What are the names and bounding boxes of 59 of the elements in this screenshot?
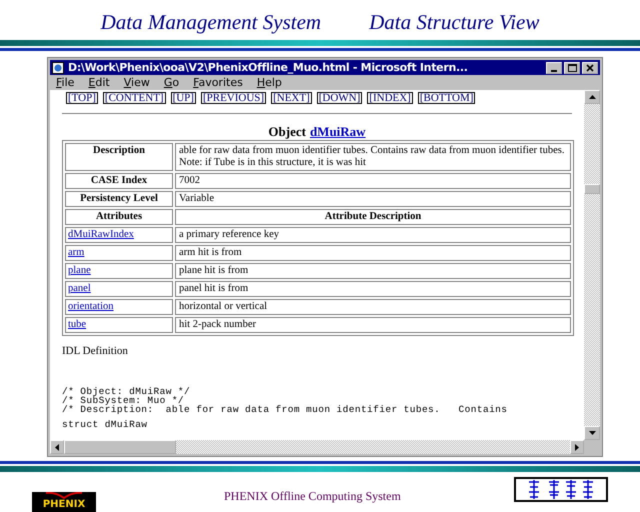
maximize-icon	[568, 64, 576, 72]
scroll-thumb[interactable]	[584, 184, 600, 194]
code-text: /* Object: dMuiRaw */ /* SubSystem: Muo */ /* Description: able for raw data from muon identifier tubes. Contains	[62, 387, 508, 414]
window-title: D:\Work\Phenix\ooa\V2\PhenixOffline_Muo.html - Microsoft Intern...	[68, 61, 469, 74]
nav-link[interactable]: [PREVIOUS]	[200, 92, 266, 104]
nav-link[interactable]: [UP]	[170, 92, 196, 104]
right-arrow-icon[interactable]	[575, 444, 579, 450]
table-cell: arm hit is from	[175, 245, 571, 261]
nav-link[interactable]: [CONTENT]	[102, 92, 166, 104]
attribute-link[interactable]: plane	[68, 265, 91, 276]
minimize-icon	[551, 70, 557, 72]
menu-item[interactable]: Favorites	[193, 76, 243, 89]
menu-item[interactable]: View	[124, 76, 150, 89]
attribute-link[interactable]: panel	[68, 283, 91, 294]
nav-link[interactable]: [INDEX]	[367, 92, 413, 104]
object-link[interactable]: dMuiRaw	[310, 124, 366, 139]
logo-text: PHENIX	[42, 499, 86, 510]
table-cell: panel hit is from	[175, 281, 571, 297]
row-header: CASE Index	[65, 173, 173, 189]
horizontal-scrollbar[interactable]	[50, 440, 600, 454]
menu-item[interactable]: File	[56, 76, 74, 89]
vertical-scrollbar[interactable]	[584, 90, 600, 440]
nav-link[interactable]: [BOTTOM]	[418, 92, 476, 104]
section-title: Data Structure View	[369, 10, 540, 36]
menu-item[interactable]: Edit	[88, 76, 110, 89]
nav-link[interactable]: [TOP]	[66, 92, 98, 104]
minimize-button[interactable]	[546, 62, 562, 74]
table-cell: hit 2-pack number	[175, 317, 571, 333]
nav-link[interactable]: [DOWN]	[316, 92, 362, 104]
maximize-button[interactable]	[564, 62, 580, 74]
close-button[interactable]	[582, 62, 598, 74]
close-icon	[586, 64, 594, 72]
attribute-link[interactable]: arm	[68, 247, 84, 258]
column-header: Attribute Description	[175, 209, 571, 225]
scrollbar-corner	[584, 440, 600, 454]
code-line: struct dMuiRaw	[62, 420, 148, 429]
page-title: Data Management System	[100, 10, 322, 36]
table-cell: able for raw data from muon identifier tubes. Contains raw data from muon identifier tubes. Note: if Tube is in this structure, it is was hit	[175, 143, 571, 171]
up-arrow-icon[interactable]	[588, 95, 596, 99]
bird-icon	[44, 492, 84, 499]
row-header: Persistency Level	[65, 191, 173, 207]
attribute-link[interactable]: tube	[68, 319, 86, 330]
table-cell: horizontal or vertical	[175, 299, 571, 315]
scroll-thumb[interactable]	[64, 440, 176, 454]
table-cell: a primary reference key	[175, 227, 571, 243]
table-cell: plane hit is from	[175, 263, 571, 279]
down-arrow-icon[interactable]	[588, 431, 596, 435]
table-cell: Variable	[175, 191, 571, 207]
menu-item[interactable]: Go	[164, 76, 180, 89]
globe-icon	[52, 62, 64, 74]
row-header: Description	[65, 143, 173, 171]
menu-item[interactable]: Help	[256, 76, 282, 89]
footer-caption: PHENIX Offline Computing System	[224, 489, 401, 504]
nav-link[interactable]: [NEXT]	[271, 92, 312, 104]
section-heading: IDL Definition	[62, 345, 129, 357]
left-arrow-icon[interactable]	[55, 444, 59, 450]
object-label: Object	[268, 124, 306, 139]
column-header: Attributes	[65, 209, 173, 225]
table-cell: 7002	[175, 173, 571, 189]
